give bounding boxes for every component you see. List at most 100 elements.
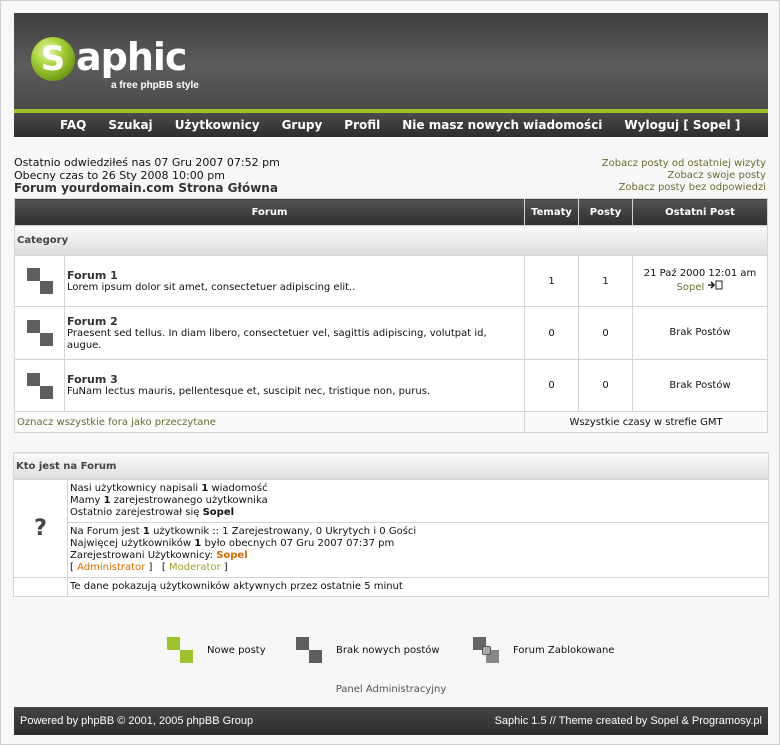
icon-legend: Nowe posty Brak nowych postów Forum Zabl… [1,637,780,663]
session-info: Ostatnio odwiedziłeś nas 07 Gru 2007 07:… [14,156,280,195]
forum-info-cell: Forum 3 FuNam lectus mauris, pellentesqu… [64,359,525,412]
admin-panel-link[interactable]: Panel Administracyjny [1,684,780,695]
header-banner: S aphic a free phpBB style [14,13,768,109]
legend-locked-label: Forum Zablokowane [513,644,615,656]
mark-all-read-link[interactable]: Oznacz wszystkie fora jako przeczytane [17,417,216,428]
last-post-date: 21 Paź 2000 12:01 am [643,268,757,279]
forum-topics-count: 1 [524,255,579,307]
forum-description: Praesent sed tellus. In diam libero, con… [67,327,487,351]
forum-posts-count: 0 [578,306,633,360]
no-new-posts-icon [26,320,53,346]
nav-faq[interactable]: FAQ [60,118,86,132]
online-note: Te dane pokazują użytkowników aktywnych … [67,577,769,597]
stats-cell: Nasi użytkownicy napisali 1 wiadomość Ma… [67,479,769,523]
online-note-spacer [13,577,68,597]
header-forum: Forum [14,198,525,226]
no-new-posts-icon [296,637,322,663]
search-links: Zobacz posty od ostatniej wizyty Zobacz … [602,158,766,194]
legend-no-new-posts-label: Brak nowych postów [336,644,440,656]
stats-text: Nasi użytkownicy napisali [70,483,202,494]
nav-logout[interactable]: Wyloguj [ Sopel ] [624,118,740,132]
logo-tagline: a free phpBB style [111,80,199,91]
nav-messages[interactable]: Nie masz nowych wiadomości [402,118,602,132]
legend-administrator: Administrator [77,562,146,573]
stats-text: zarejestrowanego użytkownika [110,495,268,506]
link-own-posts[interactable]: Zobacz swoje posty [602,170,766,182]
forum-last-post: 21 Paź 2000 12:01 am Sopel [632,255,768,307]
forum-info-cell: Forum 1 Lorem ipsum dolor sit amet, cons… [64,255,525,307]
last-post-author[interactable]: Sopel [677,282,705,293]
online-text: było obecnych 07 Gru 2007 07:37 pm [201,538,395,549]
nav-users[interactable]: Użytkownicy [175,118,260,132]
stats-text: Ostatnio zarejestrował się [70,507,203,518]
header-last-post: Ostatni Post [632,198,768,226]
forum-status-cell [14,306,65,360]
forum-topics-count: 0 [524,359,579,412]
question-mark-icon: ? [13,479,68,578]
footer-powered-by[interactable]: Powered by phpBB © 2001, 2005 phpBB Grou… [20,715,253,727]
forum-table-header: Forum Tematy Posty Ostatni Post [14,198,768,226]
timezone-text: Wszystkie czasy w strefie GMT [524,411,768,433]
forum-topics-count: 0 [524,306,579,360]
online-user-link[interactable]: Sopel [216,550,247,561]
forum-table: Forum Tematy Posty Ostatni Post Category… [14,198,768,433]
who-is-online-title[interactable]: Kto jest na Forum [13,452,769,480]
online-cell: Na Forum jest 1 użytkownik :: 1 Zarejest… [67,522,769,578]
online-note-row: Te dane pokazują użytkowników aktywnych … [13,577,769,597]
page: S aphic a free phpBB style FAQ Szukaj Uż… [0,0,780,745]
online-text: Najwięcej użytkowników [70,538,195,549]
header-posts: Posty [578,198,633,226]
nav-profile[interactable]: Profil [344,118,380,132]
newest-user-link[interactable]: Sopel [203,507,234,518]
mark-all-read-cell: Oznacz wszystkie fora jako przeczytane [14,411,525,433]
stats-text: wiadomość [208,483,268,494]
online-row: Na Forum jest 1 użytkownik :: 1 Zarejest… [14,522,769,578]
category-title[interactable]: Category [14,225,768,256]
stats-text: Mamy [70,495,104,506]
last-visit-text: Ostatnio odwiedziłeś nas 07 Gru 2007 07:… [14,156,280,169]
forum-title-link[interactable]: Forum 3 [67,373,522,386]
link-unanswered-posts[interactable]: Zobacz posty bez odpowiedzi [602,182,766,194]
legend-locked: Forum Zablokowane [473,637,614,663]
forum-title-link[interactable]: Forum 2 [67,315,522,328]
forum-locked-icon [473,637,499,663]
forum-status-cell [14,255,65,307]
who-is-online-header: Kto jest na Forum [13,452,769,480]
forum-last-post: Brak Postów [632,359,768,412]
forum-row: Forum 1 Lorem ipsum dolor sit amet, cons… [14,255,768,307]
footer-bar: Powered by phpBB © 2001, 2005 phpBB Grou… [14,707,768,735]
online-text: użytkownik :: 1 Zarejestrowany, 0 Ukryty… [149,526,417,537]
forum-info-cell: Forum 2 Praesent sed tellus. In diam lib… [64,306,525,360]
header-topics: Tematy [524,198,579,226]
no-new-posts-icon [26,372,53,399]
online-text: Na Forum jest [70,526,143,537]
logo-text[interactable]: aphic [76,35,187,79]
legend-new-posts-label: Nowe posty [207,644,266,656]
forum-home-link[interactable]: Forum yourdomain.com Strona Główna [14,182,280,195]
forum-status-cell [14,359,65,412]
who-is-online-table: Kto jest na Forum ? Nasi użytkownicy nap… [13,452,769,597]
online-count: 1 [142,526,150,537]
category-row: Category [14,225,768,256]
new-posts-icon [167,637,193,663]
legend-no-new-posts: Brak nowych postów [296,637,440,663]
forum-posts-count: 1 [578,255,633,307]
users-count: 1 [103,495,111,506]
nav-groups[interactable]: Grupy [282,118,323,132]
forum-row: Forum 3 FuNam lectus mauris, pellentesqu… [14,359,768,412]
footer-theme-credit[interactable]: Saphic 1.5 // Theme created by Sopel & P… [495,715,762,727]
no-new-posts-icon [26,268,53,294]
logo-ball[interactable]: S [31,37,75,81]
forum-description: FuNam lectus mauris, pellentesque et, su… [67,386,431,397]
forum-table-footer: Oznacz wszystkie fora jako przeczytane W… [14,411,768,433]
legend-moderator: Moderator [168,562,221,573]
forum-title-link[interactable]: Forum 1 [67,269,522,282]
legend-new-posts: Nowe posty [167,637,266,663]
registered-label: Zarejestrowani Użytkownicy: [70,550,217,561]
forum-row: Forum 2 Praesent sed tellus. In diam lib… [14,306,768,360]
forum-description: Lorem ipsum dolor sit amet, consectetuer… [67,281,356,293]
main-nav: FAQ Szukaj Użytkownicy Grupy Profil Nie … [14,113,768,137]
link-posts-since-last-visit[interactable]: Zobacz posty od ostatniej wizyty [602,158,766,170]
go-to-post-icon[interactable] [707,280,723,293]
nav-search[interactable]: Szukaj [108,118,152,132]
